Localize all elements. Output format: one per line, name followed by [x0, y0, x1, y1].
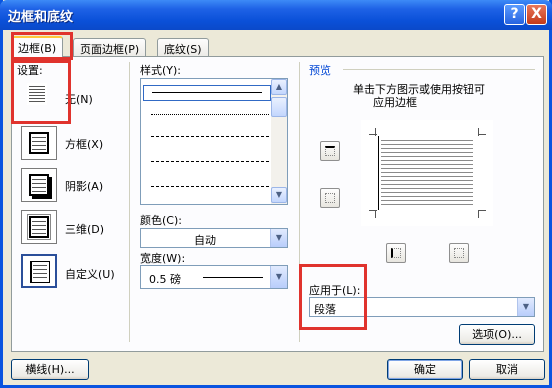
borders-shading-dialog: 边框和底纹 ? X 边框(B) 页面边框(P) 底纹(S) 设置: 无(N) 方…	[0, 0, 552, 388]
preview-group-line	[343, 69, 535, 70]
width-label: 宽度(W):	[140, 252, 186, 265]
inside-horizontal-border-icon[interactable]	[320, 188, 340, 208]
tab-page-border[interactable]: 页面边框(P)	[73, 38, 147, 57]
horizontal-line-button[interactable]: 横线(H)...	[11, 359, 89, 380]
style-item-dashed-short[interactable]	[151, 136, 269, 137]
preview-hint-line2: 应用边框	[373, 96, 417, 109]
preview-left-border	[378, 136, 379, 210]
style-item-dashed[interactable]	[151, 161, 269, 162]
preview-box[interactable]	[361, 120, 493, 226]
ok-button[interactable]: 确定	[387, 359, 463, 380]
shadow-border-icon[interactable]	[21, 168, 57, 202]
setting-label-shadow[interactable]: 阴影(A)	[65, 178, 103, 194]
width-line-sample	[203, 277, 263, 278]
setting-label-3d[interactable]: 三维(D)	[65, 221, 104, 237]
help-button[interactable]: ?	[504, 4, 525, 25]
right-border-icon[interactable]	[449, 243, 469, 263]
separator-left	[129, 62, 130, 342]
setting-label-box[interactable]: 方框(X)	[65, 136, 103, 152]
setting-label-custom[interactable]: 自定义(U)	[65, 266, 115, 282]
chevron-down-icon[interactable]: ▼	[270, 229, 287, 247]
highlight-box-tab	[11, 32, 73, 60]
close-button[interactable]: X	[526, 4, 547, 25]
color-select[interactable]: 自动 ▼	[140, 228, 288, 248]
highlight-box-settings	[11, 60, 71, 124]
custom-border-icon[interactable]	[21, 254, 57, 288]
left-border-icon[interactable]	[386, 243, 406, 263]
chevron-down-icon[interactable]: ▼	[270, 266, 287, 288]
color-label: 颜色(C):	[140, 214, 182, 227]
3d-border-icon[interactable]	[21, 210, 57, 244]
style-item-dotted-fine[interactable]	[151, 114, 269, 115]
scroll-down-icon[interactable]: ▼	[271, 187, 287, 203]
style-heading: 样式(Y):	[140, 64, 182, 77]
chevron-down-icon[interactable]: ▼	[517, 298, 534, 316]
top-border-icon[interactable]	[320, 141, 340, 161]
title-bar[interactable]: 边框和底纹 ? X	[0, 0, 552, 30]
style-listbox[interactable]: ▲ ▼	[140, 78, 288, 205]
width-select[interactable]: 0.5 磅 ▼	[140, 265, 288, 289]
style-scrollbar[interactable]: ▲ ▼	[271, 79, 287, 204]
scroll-thumb[interactable]	[271, 97, 287, 117]
options-button[interactable]: 选项(O)...	[459, 324, 535, 345]
style-item-dash-dot[interactable]	[151, 186, 269, 187]
scroll-up-icon[interactable]: ▲	[271, 79, 287, 95]
preview-heading: 预览	[309, 64, 331, 77]
box-border-icon[interactable]	[21, 126, 57, 160]
tab-shading[interactable]: 底纹(S)	[157, 38, 209, 57]
width-value: 0.5 磅	[149, 273, 181, 286]
style-item-solid[interactable]	[143, 85, 271, 101]
cancel-button[interactable]: 取消	[469, 359, 545, 380]
color-value: 自动	[194, 234, 216, 247]
window-title: 边框和底纹	[8, 10, 74, 25]
highlight-box-apply	[299, 264, 367, 330]
